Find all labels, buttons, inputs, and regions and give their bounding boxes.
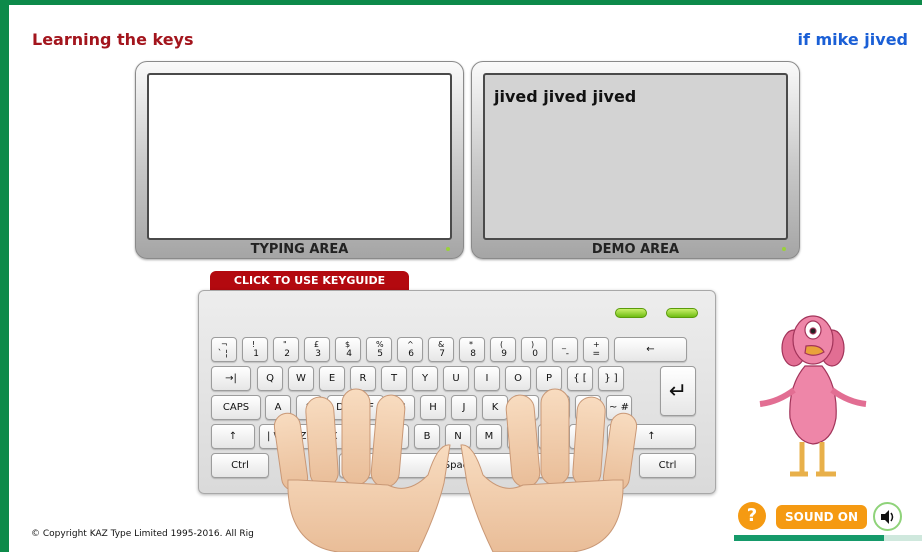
key-[interactable]: ¬ ` ¦ bbox=[211, 337, 237, 362]
key-0[interactable]: ) 0 bbox=[521, 337, 547, 362]
speaker-glyph bbox=[880, 509, 893, 524]
key-4-label: 4 bbox=[346, 349, 352, 359]
key-enter[interactable]: ↵ bbox=[660, 366, 696, 416]
key-0-shift-label: ) bbox=[531, 340, 535, 349]
key-9-label: 9 bbox=[501, 349, 507, 359]
key-5[interactable]: % 5 bbox=[366, 337, 392, 362]
key-4[interactable]: $4 bbox=[335, 337, 361, 362]
key-7-shift-label: & bbox=[438, 340, 445, 349]
speaker-icon[interactable] bbox=[873, 502, 902, 531]
typing-area-label: TYPING AREA bbox=[250, 242, 349, 257]
key-5-label: 5 bbox=[377, 349, 383, 359]
key-2[interactable]: " 2 bbox=[273, 337, 299, 362]
sound-toggle-button[interactable]: SOUND ON bbox=[776, 505, 867, 529]
right-hand-image bbox=[460, 388, 638, 552]
demo-area: jived jived jived DEMO AREA bbox=[471, 61, 800, 259]
keyboard-led-1 bbox=[615, 308, 647, 318]
key-9-shift-label: ( bbox=[500, 340, 504, 349]
key-6[interactable]: ^ 6 bbox=[397, 337, 423, 362]
key--label: = bbox=[592, 349, 600, 359]
keyboard-led-2 bbox=[666, 308, 698, 318]
key-3[interactable]: £3 bbox=[304, 337, 330, 362]
typing-led bbox=[446, 247, 450, 251]
key-shift-left[interactable]: ↑ bbox=[211, 424, 255, 449]
typing-area: TYPING AREA bbox=[135, 61, 464, 259]
key-2-shift-label: " bbox=[283, 340, 287, 349]
mascot-character bbox=[759, 315, 867, 477]
key-2-label: 2 bbox=[284, 349, 290, 359]
typing-screen[interactable] bbox=[147, 73, 452, 240]
key-1-label: 1 bbox=[253, 349, 259, 359]
demo-text: jived jived jived bbox=[494, 87, 637, 106]
key-3-label: 3 bbox=[315, 349, 321, 359]
key-8-label: 8 bbox=[470, 349, 476, 359]
key--shift-label: _ bbox=[562, 340, 566, 349]
key-3-shift-label: £ bbox=[314, 340, 320, 349]
key--label: - bbox=[565, 349, 569, 359]
key--label: ` ¦ bbox=[217, 349, 228, 359]
key-6-shift-label: ^ bbox=[407, 340, 414, 349]
key-7[interactable]: & 7 bbox=[428, 337, 454, 362]
key-0-label: 0 bbox=[532, 349, 538, 359]
key-8[interactable]: * 8 bbox=[459, 337, 485, 362]
key-tab[interactable]: →| bbox=[211, 366, 251, 391]
key--shift-label: + bbox=[593, 340, 600, 349]
key-8-shift-label: * bbox=[469, 340, 473, 349]
key-1[interactable]: ! 1 bbox=[242, 337, 268, 362]
keyguide-tab[interactable]: CLICK TO USE KEYGUIDE bbox=[210, 271, 409, 291]
key-ctrl-right[interactable]: Ctrl bbox=[639, 453, 696, 478]
lesson-text: if mike jived bbox=[797, 30, 908, 49]
key-9[interactable]: (9 bbox=[490, 337, 516, 362]
page-title: Learning the keys bbox=[32, 30, 194, 49]
left-hand-image bbox=[273, 388, 451, 552]
key-1-shift-label: ! bbox=[252, 340, 256, 349]
progress-fill bbox=[734, 535, 885, 541]
demo-led bbox=[782, 247, 786, 251]
copyright-text: © Copyright KAZ Type Limited 1995-2016. … bbox=[31, 529, 254, 539]
progress-bar bbox=[734, 535, 922, 541]
key-[interactable]: _ - bbox=[552, 337, 578, 362]
key-ctrl-left[interactable]: Ctrl bbox=[211, 453, 269, 478]
key-4-shift-label: $ bbox=[345, 340, 351, 349]
demo-screen: jived jived jived bbox=[483, 73, 788, 240]
key-6-label: 6 bbox=[408, 349, 414, 359]
key-7-label: 7 bbox=[439, 349, 445, 359]
key-backspace[interactable]: ← bbox=[614, 337, 687, 362]
key-caps[interactable]: CAPS bbox=[211, 395, 261, 420]
key-[interactable]: + = bbox=[583, 337, 609, 362]
demo-area-label: DEMO AREA bbox=[591, 242, 680, 257]
key-5-shift-label: % bbox=[376, 340, 384, 349]
key--shift-label: ¬ bbox=[221, 340, 228, 349]
help-icon[interactable]: ? bbox=[738, 502, 766, 530]
